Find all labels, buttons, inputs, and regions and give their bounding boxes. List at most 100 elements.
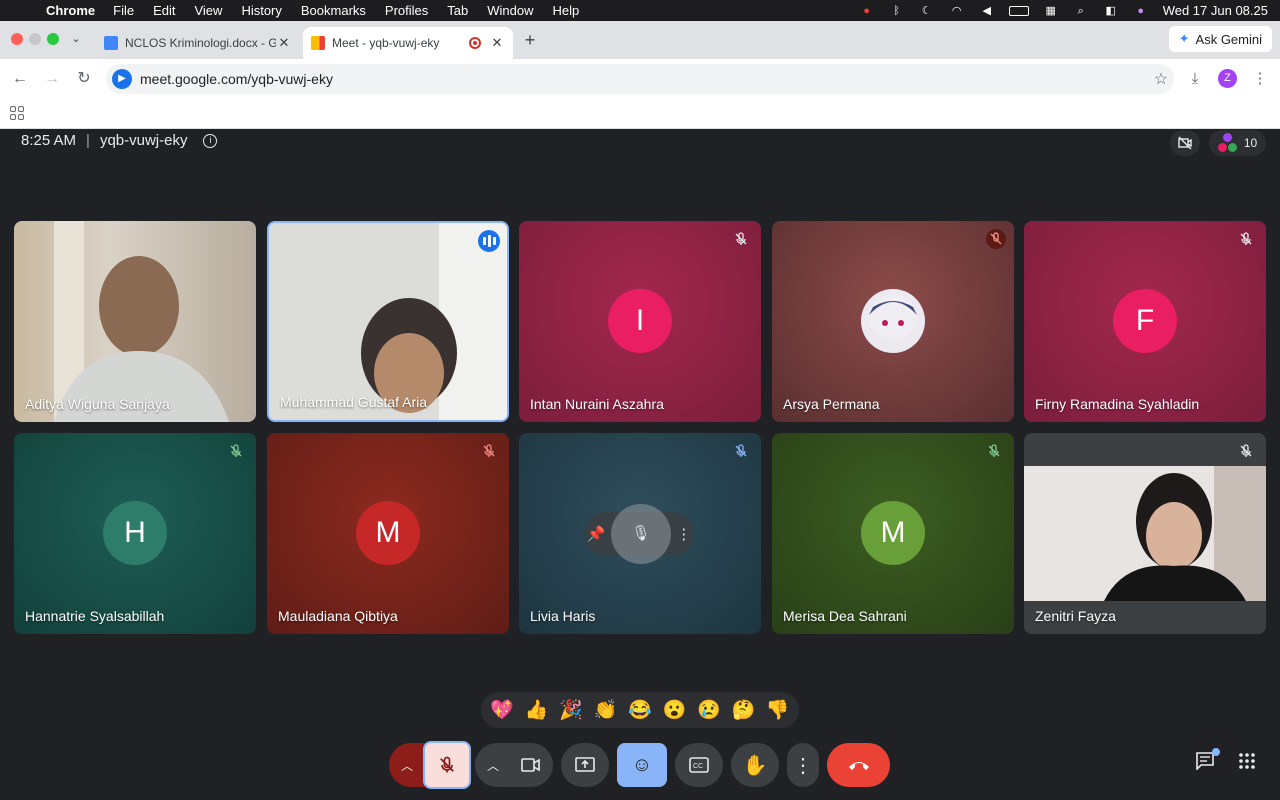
tab-google-meet[interactable]: Meet - yqb-vuwj-eky ✕ <box>303 27 513 59</box>
reload-icon[interactable]: ↻ <box>72 67 96 91</box>
url-text[interactable]: meet.google.com/yqb-vuwj-eky <box>140 71 1148 87</box>
reaction-sad[interactable]: 😢 <box>697 698 721 722</box>
more-vert-icon[interactable]: ⋮ <box>1249 68 1271 90</box>
svg-text:CC: CC <box>693 763 703 770</box>
participant-avatars-icon <box>1217 133 1238 153</box>
participant-tile[interactable]: Aditya Wiguna Sanjaya <box>14 221 256 422</box>
pin-icon[interactable]: 📌 <box>587 525 606 543</box>
participant-tile[interactable]: M Merisa Dea Sahrani <box>772 433 1014 634</box>
activities-grid-icon[interactable] <box>1234 752 1260 778</box>
more-options-button[interactable]: ⋮ <box>787 743 819 787</box>
menu-help[interactable]: Help <box>553 3 580 18</box>
participant-tile[interactable]: M Mauladiana Qibtiya <box>267 433 509 634</box>
menu-file[interactable]: File <box>113 3 134 18</box>
video-feed <box>54 221 229 422</box>
present-screen-button[interactable] <box>561 743 609 787</box>
videocam-icon <box>521 758 540 772</box>
profile-avatar[interactable]: Z <box>1218 69 1237 88</box>
bluetooth-icon[interactable]: ᛒ <box>889 5 905 17</box>
focus-moon-icon[interactable]: ☾ <box>919 5 935 17</box>
window-maximize-button[interactable] <box>47 33 59 45</box>
siri-icon[interactable]: ● <box>1133 5 1149 17</box>
participant-avatar: I <box>608 289 672 353</box>
meeting-details: 8:25 AM | yqb-vuwj-eky i <box>21 132 218 149</box>
participant-tile[interactable]: 📌 🎙 ⋮ Livia Haris <box>519 433 761 634</box>
macos-menu-bar: Chrome File Edit View History Bookmarks … <box>0 0 1280 21</box>
address-bar[interactable]: ▶ meet.google.com/yqb-vuwj-eky ☆ <box>106 64 1174 94</box>
captions-button[interactable]: CC <box>675 743 723 787</box>
reaction-surprised[interactable]: 😮 <box>663 698 687 722</box>
ask-gemini-button[interactable]: ✦ Ask Gemini <box>1168 26 1272 52</box>
chrome-toolbar: ← → ↻ ▶ meet.google.com/yqb-vuwj-eky ☆ ⤓… <box>0 59 1280 99</box>
bookmark-star-icon[interactable]: ☆ <box>1148 69 1174 89</box>
participant-tile[interactable]: I Intan Nuraini Aszahra <box>519 221 761 422</box>
menubar-clock[interactable]: Wed 17 Jun 08.25 <box>1163 3 1268 18</box>
menu-view[interactable]: View <box>194 3 222 18</box>
app-menu-chrome[interactable]: Chrome <box>46 3 95 18</box>
gmail-tray-icon[interactable]: ● <box>859 5 875 17</box>
menu-tab[interactable]: Tab <box>447 3 468 18</box>
download-icon[interactable]: ⤓ <box>1184 68 1206 90</box>
camera-toggle-button[interactable]: ︿ <box>475 743 553 787</box>
reaction-clap[interactable]: 👏 <box>594 698 618 722</box>
volume-icon[interactable]: ◀ <box>979 5 995 17</box>
participant-avatar: H <box>103 501 167 565</box>
more-options-icon[interactable]: ⋮ <box>676 525 691 543</box>
participant-tile[interactable]: F Firny Ramadina Syahladin <box>1024 221 1266 422</box>
control-center-icon[interactable]: ◧ <box>1103 5 1119 17</box>
mic-off-icon <box>1238 231 1254 247</box>
spotlight-search-icon[interactable]: ⌕ <box>1073 5 1089 17</box>
tab-close-icon[interactable]: ✕ <box>489 35 505 51</box>
participant-name: Zenitri Fayza <box>1035 608 1116 624</box>
battery-icon[interactable] <box>1008 5 1029 16</box>
menu-history[interactable]: History <box>241 3 281 18</box>
camera-off-indicator-icon[interactable] <box>1170 130 1200 156</box>
notification-dot <box>1212 748 1220 756</box>
meet-site-icon[interactable]: ▶ <box>112 69 132 89</box>
menu-edit[interactable]: Edit <box>153 3 175 18</box>
mic-off-icon <box>986 443 1002 459</box>
mute-participant-icon[interactable]: 🎙 <box>610 504 671 564</box>
meeting-code: yqb-vuwj-eky <box>99 132 188 149</box>
participant-name: Firny Ramadina Syahladin <box>1035 396 1200 412</box>
menu-window[interactable]: Window <box>487 3 533 18</box>
send-reaction-button[interactable]: ☺ <box>617 743 667 787</box>
tab-title: NCLOS Kriminologi.docx - Go <box>125 36 276 50</box>
chat-icon[interactable] <box>1192 748 1220 778</box>
keyboard-icon[interactable]: ▦ <box>1043 5 1059 17</box>
reactions-bar: 💖 👍 🎉 👏 😂 😮 😢 🤔 👎 <box>481 692 799 728</box>
reaction-party-popper[interactable]: 🎉 <box>559 698 583 722</box>
meeting-time: 8:25 AM <box>21 132 77 149</box>
menu-profiles[interactable]: Profiles <box>385 3 428 18</box>
new-tab-button[interactable]: + <box>520 29 540 51</box>
reaction-thumbs-down[interactable]: 👎 <box>766 698 790 722</box>
participant-tile[interactable]: Arsya Permana <box>772 221 1014 422</box>
chevron-up-icon: ︿ <box>401 758 414 773</box>
forward-arrow-icon[interactable]: → <box>40 67 64 91</box>
tab-close-icon[interactable]: ✕ <box>276 35 292 51</box>
tab-search-chevron-icon[interactable]: ⌄ <box>66 29 86 49</box>
info-icon[interactable]: i <box>203 133 218 148</box>
wifi-icon[interactable]: ◠ <box>949 5 965 17</box>
raise-hand-icon: ✋ <box>742 754 768 777</box>
reaction-thumbs-up[interactable]: 👍 <box>525 698 549 722</box>
mic-toggle-button[interactable] <box>423 741 471 789</box>
reaction-laugh[interactable]: 😂 <box>628 698 652 722</box>
people-button[interactable]: 10 <box>1209 130 1266 156</box>
apps-grid-icon[interactable] <box>10 106 24 120</box>
participant-tile[interactable]: Zenitri Fayza <box>1024 433 1266 634</box>
window-close-button[interactable] <box>11 33 23 45</box>
participant-tile[interactable]: H Hannatrie Syalsabillah <box>14 433 256 634</box>
tab-google-docs[interactable]: NCLOS Kriminologi.docx - Go ✕ <box>96 27 300 59</box>
reaction-heart[interactable]: 💖 <box>490 698 514 722</box>
window-minimize-button[interactable] <box>29 33 41 45</box>
mic-off-icon <box>733 231 749 247</box>
raise-hand-button[interactable]: ✋ <box>731 743 779 787</box>
menu-bookmarks[interactable]: Bookmarks <box>301 3 366 18</box>
participant-tile[interactable]: Muhammad Gustaf Aria <box>267 221 509 422</box>
leave-call-button[interactable] <box>827 743 890 787</box>
reaction-thinking[interactable]: 🤔 <box>731 698 755 722</box>
speaking-indicator-icon <box>478 230 500 252</box>
back-arrow-icon[interactable]: ← <box>8 67 32 91</box>
participant-name: Aditya Wiguna Sanjaya <box>25 396 170 412</box>
